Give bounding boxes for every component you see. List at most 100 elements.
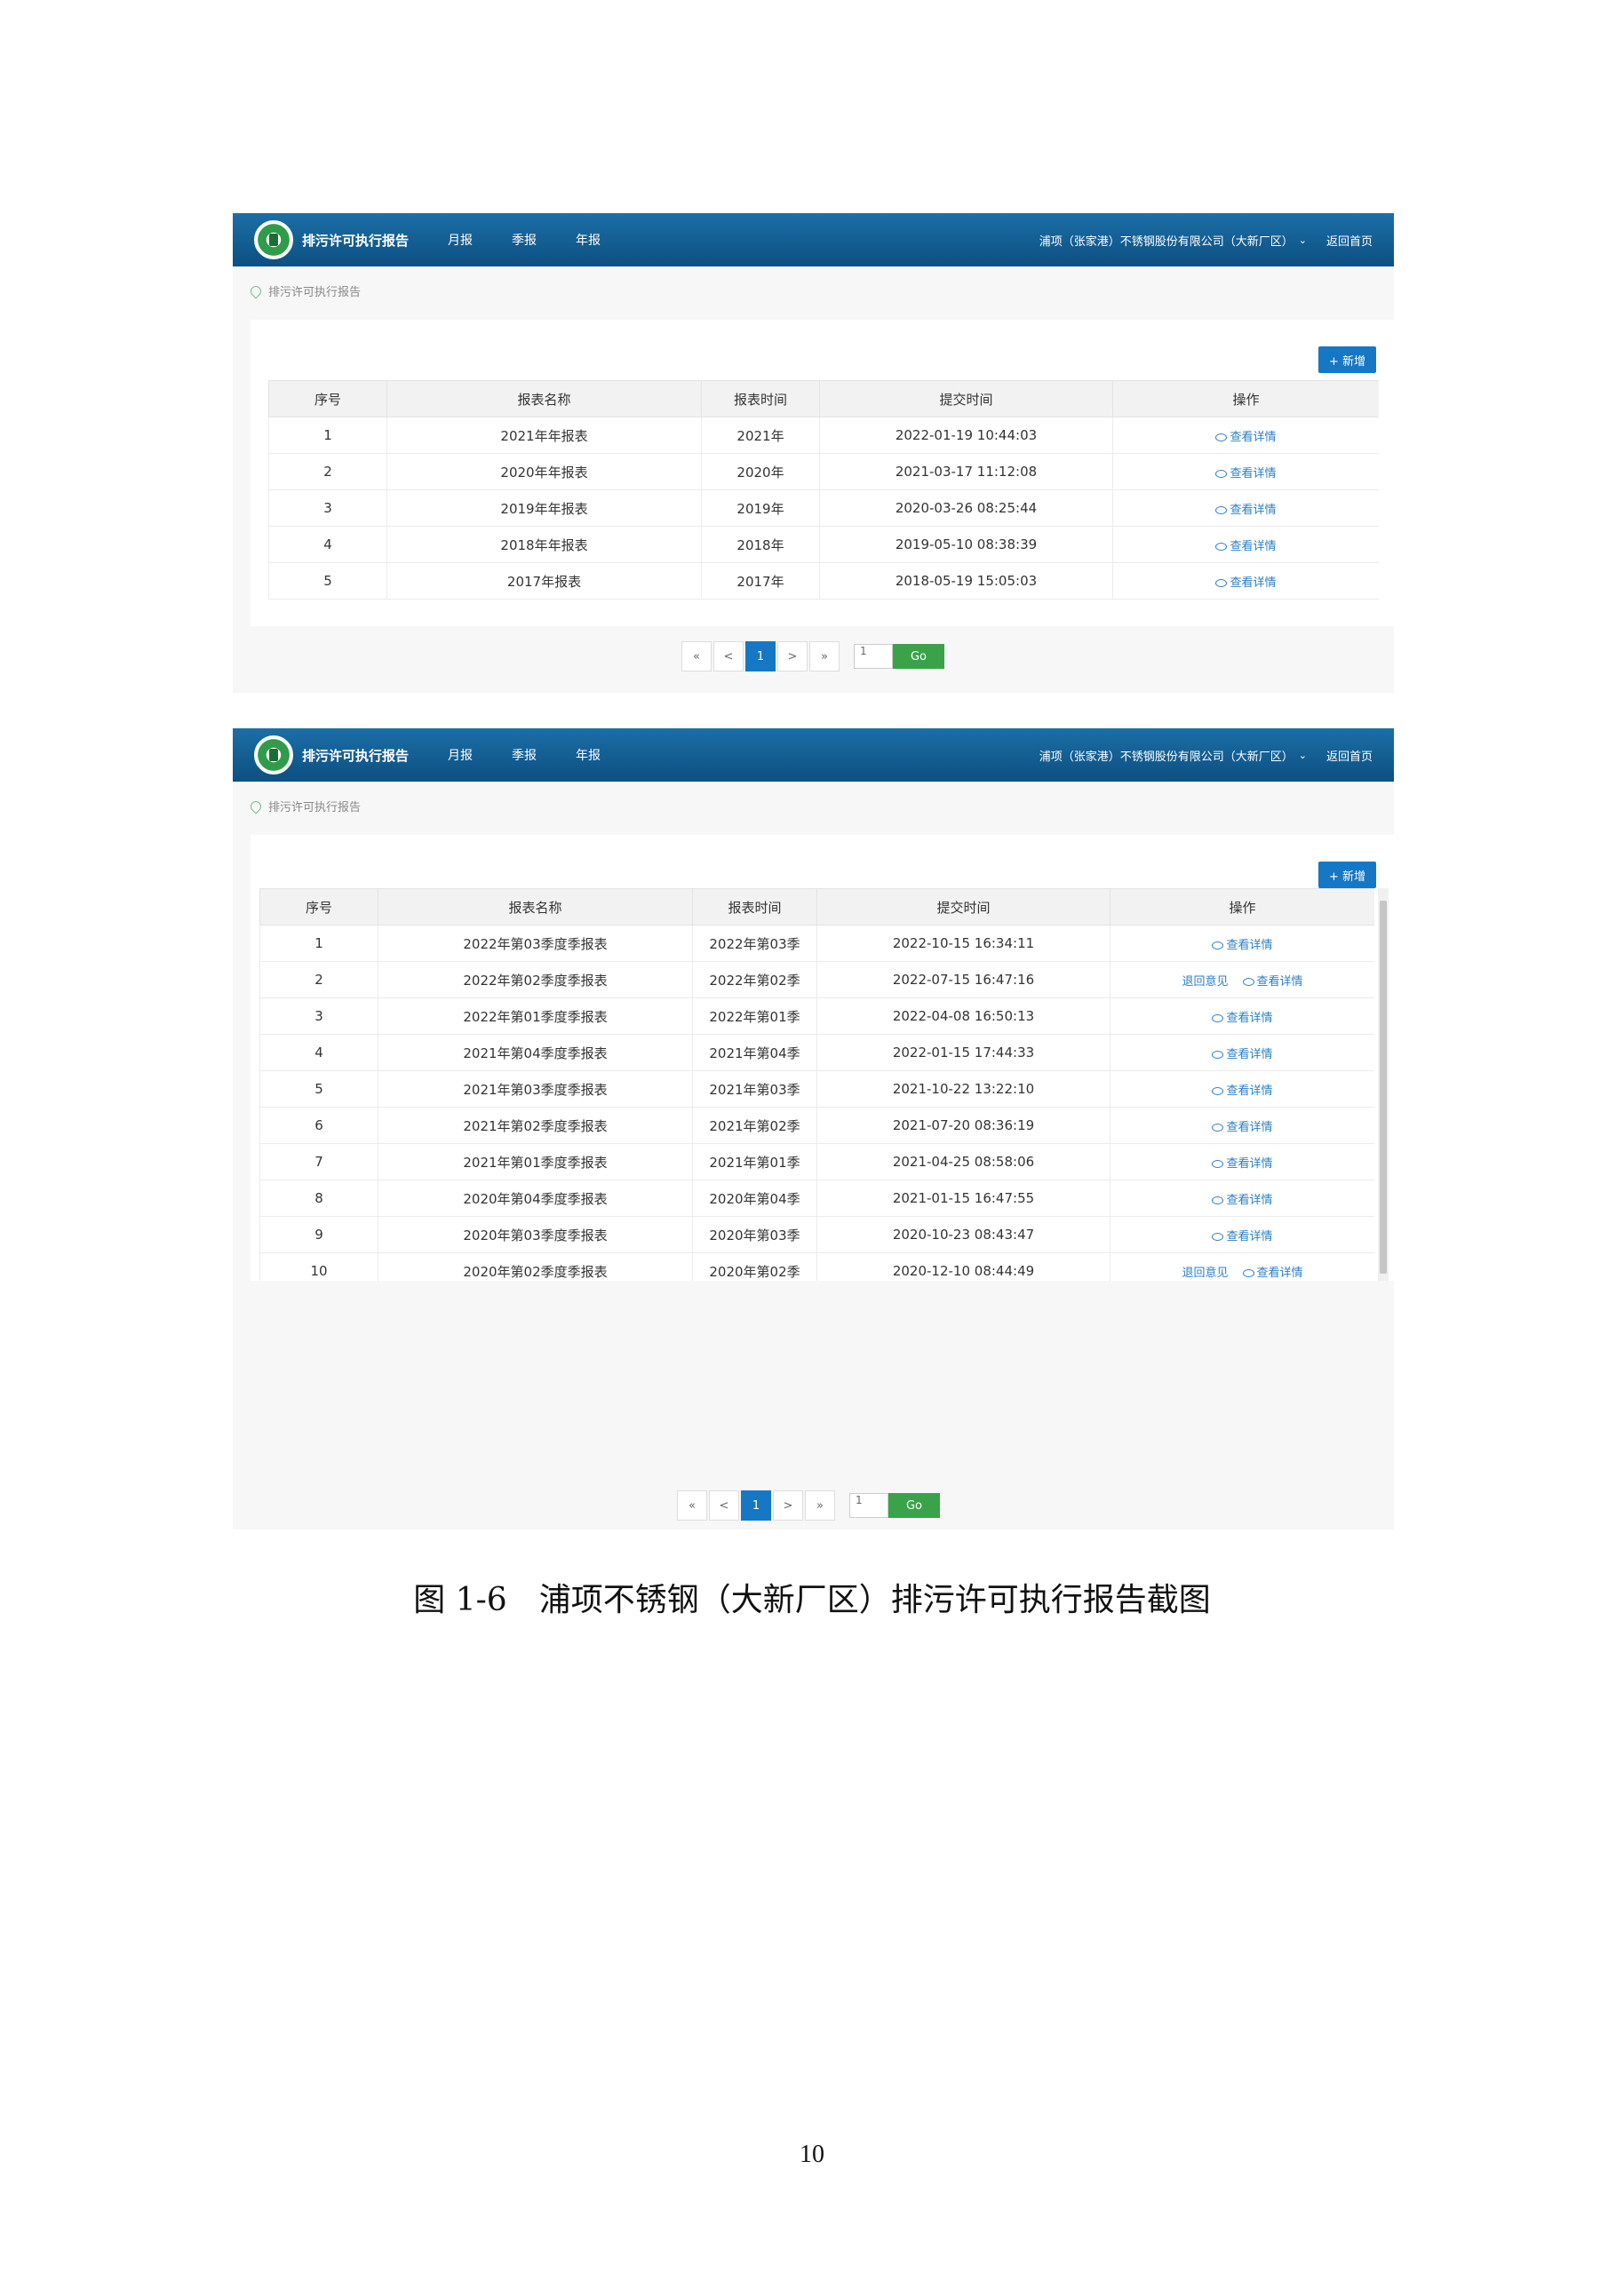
view-detail-link[interactable]: 查看详情 bbox=[1212, 1048, 1273, 1061]
table-cell: 7 bbox=[259, 1143, 378, 1180]
page-first-button[interactable]: « bbox=[677, 1490, 707, 1521]
column-header: 操作 bbox=[1110, 888, 1374, 926]
environmental-logo-icon bbox=[254, 735, 293, 775]
view-detail-link[interactable]: 查看详情 bbox=[1242, 1267, 1303, 1280]
view-detail-link[interactable]: 查看详情 bbox=[1212, 939, 1273, 952]
page-go-button[interactable]: Go bbox=[888, 1493, 940, 1518]
table-cell: 2022年第02季 bbox=[692, 961, 817, 998]
view-detail-link[interactable]: 查看详情 bbox=[1212, 1157, 1273, 1171]
column-header: 提交时间 bbox=[816, 888, 1111, 926]
page-next-button[interactable]: > bbox=[777, 641, 808, 671]
page-last-button[interactable]: » bbox=[809, 641, 840, 671]
page-current-button[interactable]: 1 bbox=[745, 641, 776, 671]
company-name[interactable]: 浦项（张家港）不锈钢股份有限公司（大新厂区） bbox=[1039, 747, 1294, 764]
eye-icon bbox=[1212, 1123, 1224, 1132]
eye-icon bbox=[1242, 1268, 1254, 1277]
view-detail-link[interactable]: 查看详情 bbox=[1215, 431, 1277, 444]
location-pin-icon bbox=[248, 798, 264, 814]
table-row: 1 2021年年报表 2021年 2022-01-19 10:44:03 查看详情 bbox=[268, 417, 1379, 454]
table-row: 3 2019年年报表 2019年 2020-03-26 08:25:44 查看详情 bbox=[268, 489, 1379, 527]
view-detail-link[interactable]: 查看详情 bbox=[1212, 1121, 1273, 1134]
annual-report-screenshot: 排污许可执行报告 月报 季报 年报 浦项（张家港）不锈钢股份有限公司（大新厂区）… bbox=[233, 213, 1394, 693]
table-cell-action: 查看详情 bbox=[1112, 417, 1379, 454]
column-header: 报表时间 bbox=[701, 380, 820, 417]
breadcrumb-label: 排污许可执行报告 bbox=[268, 286, 362, 299]
nav-annual[interactable]: 年报 bbox=[576, 746, 601, 764]
view-detail-link[interactable]: 查看详情 bbox=[1212, 1012, 1273, 1025]
page-current-button[interactable]: 1 bbox=[741, 1490, 771, 1521]
table-row: 6 2021年第02季度季报表 2021年第02季 2021-07-20 08:36:… bbox=[259, 1107, 1374, 1144]
view-detail-link[interactable]: 查看详情 bbox=[1215, 576, 1277, 590]
table-row: 9 2020年第03季度季报表 2020年第03季 2020-10-23 08:43:… bbox=[259, 1216, 1374, 1253]
table-cell: 2021-03-17 11:12:08 bbox=[819, 453, 1113, 490]
table-cell: 2017年 bbox=[701, 562, 820, 600]
table-scrollbar[interactable] bbox=[1378, 888, 1389, 1281]
table-cell: 2022-10-15 16:34:11 bbox=[816, 925, 1111, 962]
table-cell: 3 bbox=[259, 997, 378, 1035]
table-cell: 2020-10-23 08:43:47 bbox=[816, 1216, 1111, 1253]
page-number-input[interactable]: 1 bbox=[849, 1493, 888, 1518]
return-opinion-link[interactable]: 退回意见 bbox=[1182, 975, 1228, 989]
home-link[interactable]: 返回首页 bbox=[1326, 747, 1373, 764]
add-button[interactable]: + 新增 bbox=[1318, 346, 1376, 373]
page-go-button[interactable]: Go bbox=[893, 644, 944, 669]
table-cell: 2018-05-19 15:05:03 bbox=[819, 562, 1113, 600]
page-last-button[interactable]: » bbox=[805, 1490, 835, 1521]
table-cell: 10 bbox=[259, 1252, 378, 1281]
column-header: 序号 bbox=[268, 380, 387, 417]
page-first-button[interactable]: « bbox=[681, 641, 712, 671]
chevron-down-icon[interactable]: ⌄ bbox=[1299, 234, 1307, 246]
company-name[interactable]: 浦项（张家港）不锈钢股份有限公司（大新厂区） bbox=[1039, 232, 1294, 249]
page-next-button[interactable]: > bbox=[773, 1490, 803, 1521]
view-detail-link[interactable]: 查看详情 bbox=[1215, 467, 1277, 481]
page-number-input[interactable]: 1 bbox=[854, 644, 893, 669]
table-cell-action: 查看详情 bbox=[1112, 562, 1379, 600]
table-cell: 2022年第03季 bbox=[692, 925, 817, 962]
view-detail-link[interactable]: 查看详情 bbox=[1212, 1084, 1273, 1098]
page-prev-button[interactable]: < bbox=[709, 1490, 739, 1521]
table-cell-action: 查看详情 bbox=[1112, 526, 1379, 563]
view-detail-link[interactable]: 查看详情 bbox=[1215, 540, 1277, 553]
view-detail-link[interactable]: 查看详情 bbox=[1212, 1230, 1273, 1243]
nav-monthly[interactable]: 月报 bbox=[448, 231, 473, 249]
column-header: 操作 bbox=[1112, 380, 1379, 417]
table-cell: 2020年第02季 bbox=[692, 1252, 817, 1281]
home-link[interactable]: 返回首页 bbox=[1326, 232, 1373, 249]
table-cell-action: 查看详情 bbox=[1110, 1107, 1374, 1144]
nav-quarterly[interactable]: 季报 bbox=[512, 231, 537, 249]
add-button[interactable]: + 新增 bbox=[1318, 862, 1376, 888]
eye-icon bbox=[1215, 542, 1228, 551]
eye-icon bbox=[1212, 1086, 1224, 1095]
table-cell: 2020年第02季度季报表 bbox=[378, 1252, 693, 1281]
return-opinion-link[interactable]: 退回意见 bbox=[1182, 1267, 1228, 1280]
table-cell: 2022年第03季度季报表 bbox=[378, 925, 693, 962]
view-detail-link[interactable]: 查看详情 bbox=[1212, 1194, 1273, 1207]
page-prev-button[interactable]: < bbox=[713, 641, 744, 671]
eye-icon bbox=[1242, 977, 1254, 986]
eye-icon bbox=[1212, 1050, 1224, 1059]
table-cell: 2022-07-15 16:47:16 bbox=[816, 961, 1111, 998]
table-cell: 2021年第03季 bbox=[692, 1070, 817, 1108]
system-title[interactable]: 排污许可执行报告 bbox=[302, 231, 409, 250]
table-cell: 2022年第02季度季报表 bbox=[378, 961, 693, 998]
chevron-down-icon[interactable]: ⌄ bbox=[1299, 750, 1307, 761]
system-title[interactable]: 排污许可执行报告 bbox=[302, 746, 409, 765]
eye-icon bbox=[1215, 433, 1228, 441]
table-cell: 4 bbox=[268, 526, 387, 563]
table-cell: 5 bbox=[259, 1070, 378, 1108]
nav-annual[interactable]: 年报 bbox=[576, 231, 601, 249]
table-cell-action: 查看详情 bbox=[1110, 1143, 1374, 1180]
table-cell: 3 bbox=[268, 489, 387, 527]
table-cell: 2 bbox=[268, 453, 387, 490]
table-cell: 9 bbox=[259, 1216, 378, 1253]
table-cell: 2018年 bbox=[701, 526, 820, 563]
view-detail-link[interactable]: 查看详情 bbox=[1242, 975, 1303, 989]
column-header: 报表名称 bbox=[386, 380, 702, 417]
table-row: 3 2022年第01季度季报表 2022年第01季 2022-04-08 16:50:… bbox=[259, 997, 1374, 1035]
nav-monthly[interactable]: 月报 bbox=[448, 746, 473, 764]
view-detail-link[interactable]: 查看详情 bbox=[1215, 504, 1277, 517]
page-number: 10 bbox=[800, 2141, 824, 2168]
column-header: 报表时间 bbox=[692, 888, 817, 926]
table-cell: 2021年第03季度季报表 bbox=[378, 1070, 693, 1108]
nav-quarterly[interactable]: 季报 bbox=[512, 746, 537, 764]
